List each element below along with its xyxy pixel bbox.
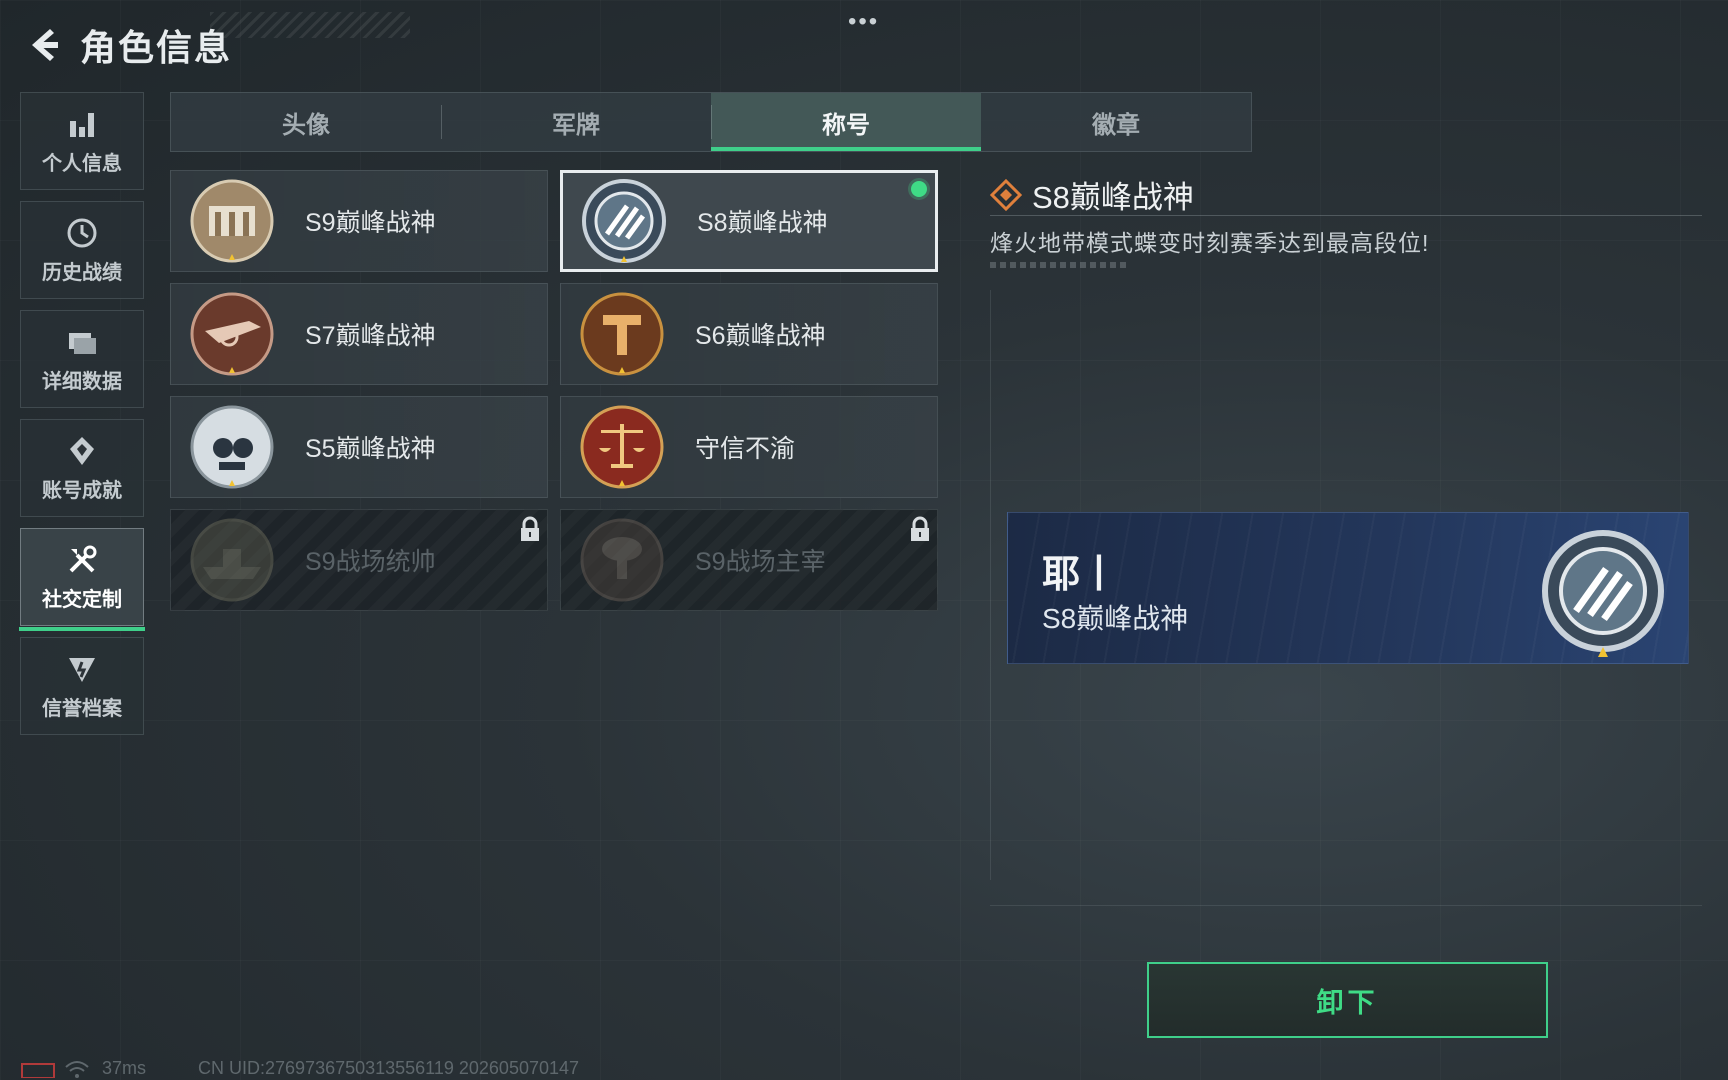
sidebar: 个人信息 历史战绩 详细数据 账号成就 社交定制 信誉档案 xyxy=(19,92,145,746)
diamond-rank-icon xyxy=(990,178,1022,211)
title-card-s8-peak[interactable]: S8巅峰战神 xyxy=(560,170,938,272)
title-name: S9战场统帅 xyxy=(305,548,436,576)
detail-header: S8巅峰战神 xyxy=(990,172,1194,217)
sidebar-item-label: 社交定制 xyxy=(42,588,122,611)
folder-icon xyxy=(69,332,96,354)
title-card-s9-peak[interactable]: S9巅峰战神 xyxy=(170,170,548,272)
ship-medal-icon xyxy=(190,518,274,602)
s6-medal-icon xyxy=(580,292,664,376)
preview-player-name: 耶丨 xyxy=(1042,554,1119,596)
tools-icon xyxy=(69,545,97,572)
user-uid: CN UID:2769736750313556119 202605070147 xyxy=(198,1058,580,1078)
achievement-icon xyxy=(70,436,94,465)
detail-title: S8巅峰战神 xyxy=(1032,180,1194,215)
preview-title: S8巅峰战神 xyxy=(1042,603,1189,634)
description-decoration xyxy=(990,262,1126,268)
ping-value: 37ms xyxy=(102,1058,147,1078)
title-name: 守信不渝 xyxy=(695,435,796,463)
sidebar-item-label: 账号成就 xyxy=(42,479,122,502)
scales-medal-icon xyxy=(580,405,664,489)
sidebar-item-achievements[interactable]: 账号成就 xyxy=(20,419,144,517)
sidebar-item-label: 个人信息 xyxy=(42,152,122,175)
unequip-button[interactable]: 卸下 xyxy=(1147,962,1548,1038)
title-card-s6-peak[interactable]: S6巅峰战神 xyxy=(560,283,938,385)
sidebar-item-history[interactable]: 历史战绩 xyxy=(20,201,144,299)
header: 角色信息 xyxy=(22,20,232,70)
back-arrow-icon xyxy=(32,29,58,61)
tab-badge[interactable]: 徽章 xyxy=(981,93,1251,151)
clock-icon xyxy=(67,218,97,247)
detail-description: 烽火地带模式蝶变时刻赛季达到最高段位! xyxy=(990,230,1430,256)
equipped-indicator xyxy=(911,181,927,197)
tab-military-tag[interactable]: 军牌 xyxy=(441,93,711,151)
title-preview-card: 耶丨 S8巅峰战神 xyxy=(1007,512,1689,664)
sidebar-item-reputation[interactable]: 信誉档案 xyxy=(20,637,144,735)
lock-icon xyxy=(911,516,929,541)
detail-divider xyxy=(990,215,1702,216)
title-card-s5-peak[interactable]: S5巅峰战神 xyxy=(170,396,548,498)
tab-title[interactable]: 称号 xyxy=(711,93,981,151)
title-name: S7巅峰战神 xyxy=(305,322,436,350)
bar-chart-icon xyxy=(70,112,94,137)
title-card-s9-commander[interactable]: S9战场统帅 xyxy=(170,509,548,611)
sidebar-item-detailed-data[interactable]: 详细数据 xyxy=(20,310,144,408)
title-name: S6巅峰战神 xyxy=(695,322,826,350)
more-options-icon[interactable]: ••• xyxy=(848,8,879,36)
title-name: S8巅峰战神 xyxy=(697,209,828,237)
sidebar-item-label: 详细数据 xyxy=(42,370,122,393)
title-name: S9巅峰战神 xyxy=(305,209,436,237)
title-card-s7-peak[interactable]: S7巅峰战神 xyxy=(170,283,548,385)
s8-medal-icon xyxy=(1542,530,1664,657)
s8-medal-icon xyxy=(582,179,666,263)
frame-line xyxy=(990,290,991,880)
lock-icon xyxy=(521,516,539,541)
footer: 37ms CN UID:2769736750313556119 20260507… xyxy=(20,1058,579,1079)
s9-medal-icon xyxy=(190,179,274,263)
frame-line xyxy=(990,905,1702,906)
wifi-icon xyxy=(65,1060,89,1078)
sidebar-item-label: 信誉档案 xyxy=(42,697,122,720)
sidebar-item-personal-info[interactable]: 个人信息 xyxy=(20,92,144,190)
s7-medal-icon xyxy=(190,292,274,376)
title-card-keep-faith[interactable]: 守信不渝 xyxy=(560,396,938,498)
mushroom-cloud-medal-icon xyxy=(580,518,664,602)
reputation-icon xyxy=(69,657,95,682)
s5-medal-icon xyxy=(190,405,274,489)
title-name: S9战场主宰 xyxy=(695,548,826,576)
sidebar-item-label: 历史战绩 xyxy=(42,261,122,284)
device-icon xyxy=(21,1062,55,1078)
title-card-s9-dominator[interactable]: S9战场主宰 xyxy=(560,509,938,611)
title-name: S5巅峰战神 xyxy=(305,435,436,463)
tab-avatar[interactable]: 头像 xyxy=(171,93,441,151)
sidebar-item-social-customization[interactable]: 社交定制 xyxy=(19,528,145,631)
tab-bar: 头像 军牌 称号 徽章 xyxy=(170,92,1252,152)
back-button[interactable] xyxy=(22,25,62,65)
title-decoration xyxy=(210,12,410,38)
